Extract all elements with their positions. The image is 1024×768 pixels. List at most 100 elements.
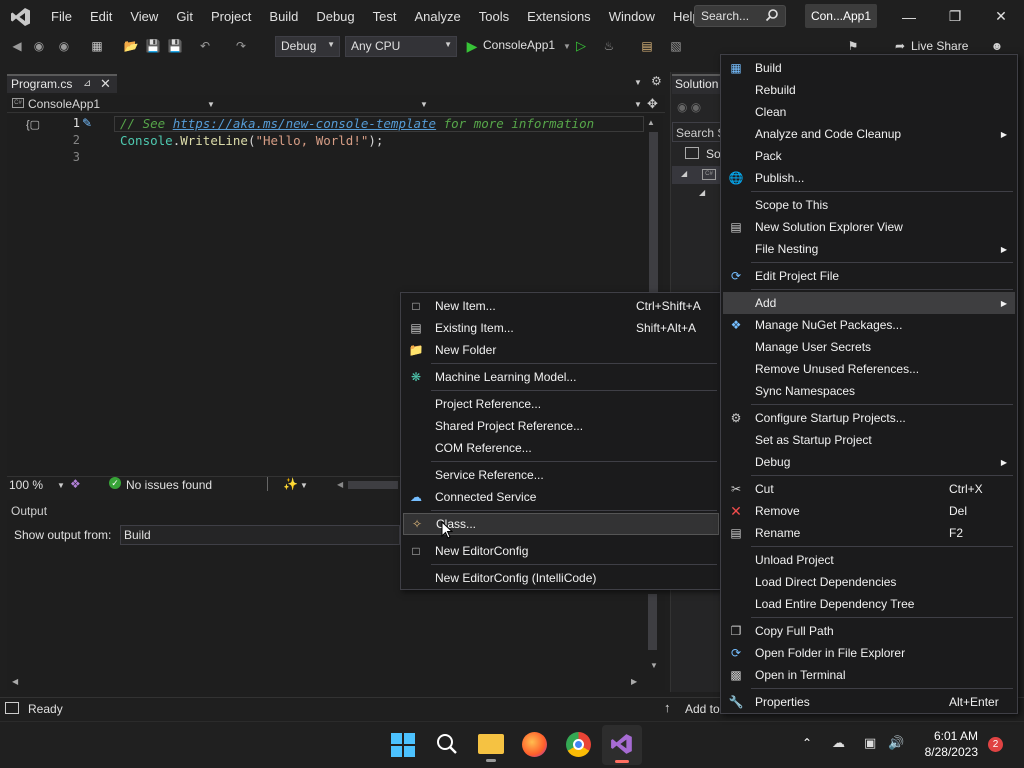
hot-reload-icon[interactable]: ♨ bbox=[600, 38, 618, 54]
menu-service-reference[interactable]: Service Reference... bbox=[403, 464, 719, 486]
menu-sync-namespaces[interactable]: Sync Namespaces bbox=[723, 380, 1015, 402]
menu-file-nesting[interactable]: File Nesting ▶ bbox=[723, 238, 1015, 260]
save-all-icon[interactable]: 💾 bbox=[166, 38, 184, 54]
menu-edit-project-file[interactable]: ⟳ Edit Project File bbox=[723, 265, 1015, 287]
menu-rename[interactable]: ▤ Rename F2 bbox=[723, 522, 1015, 544]
chevron-down-icon[interactable]: ▼ bbox=[57, 481, 65, 490]
menu-edit[interactable]: Edit bbox=[81, 0, 121, 33]
menu-properties[interactable]: 🔧 Properties Alt+Enter bbox=[723, 691, 1015, 713]
chevron-down-icon[interactable]: ▼ bbox=[634, 78, 642, 87]
menu-window[interactable]: Window bbox=[600, 0, 664, 33]
firefox-icon[interactable] bbox=[522, 732, 547, 757]
taskbar-search-icon[interactable] bbox=[435, 732, 459, 759]
save-icon[interactable]: 💾 bbox=[144, 38, 162, 54]
menu-scope-to-this[interactable]: Scope to This bbox=[723, 194, 1015, 216]
menu-file[interactable]: File bbox=[42, 0, 81, 33]
bookmark-icon[interactable]: ⚑ bbox=[844, 38, 862, 54]
menu-unload-project[interactable]: Unload Project bbox=[723, 549, 1015, 571]
menu-copy-full-path[interactable]: ❐ Copy Full Path bbox=[723, 620, 1015, 642]
scroll-left-icon[interactable]: ◀ bbox=[337, 480, 343, 489]
menu-pack[interactable]: Pack bbox=[723, 145, 1015, 167]
menu-remove-unused-references[interactable]: Remove Unused References... bbox=[723, 358, 1015, 380]
back-icon[interactable]: ◀ bbox=[8, 38, 26, 54]
menu-shared-project-reference[interactable]: Shared Project Reference... bbox=[403, 415, 719, 437]
chevron-down-icon[interactable]: ▼ bbox=[300, 481, 308, 490]
issues-status[interactable]: No issues found bbox=[126, 478, 212, 492]
menu-extensions[interactable]: Extensions bbox=[518, 0, 600, 33]
menu-project[interactable]: Project bbox=[202, 0, 260, 33]
scroll-down-icon[interactable]: ▼ bbox=[650, 661, 658, 670]
scroll-up-icon[interactable]: ▲ bbox=[647, 118, 655, 127]
start-without-debug-icon[interactable]: ▷ bbox=[572, 38, 590, 54]
nav-project-combo[interactable]: ConsoleApp1 bbox=[28, 97, 100, 111]
scroll-left-icon[interactable]: ◀ bbox=[12, 677, 18, 686]
search-icon[interactable] bbox=[765, 8, 779, 25]
menu-tools[interactable]: Tools bbox=[470, 0, 518, 33]
code-lens-icon[interactable]: {▢ bbox=[26, 118, 40, 131]
scroll-thumb[interactable] bbox=[649, 132, 658, 302]
menu-ml-model[interactable]: ❋ Machine Learning Model... bbox=[403, 366, 719, 388]
menu-configure-startup-projects[interactable]: ⚙ Configure Startup Projects... bbox=[723, 407, 1015, 429]
menu-open-folder-explorer[interactable]: ⟳ Open Folder in File Explorer bbox=[723, 642, 1015, 664]
platform-combo[interactable]: Any CPU ▼ bbox=[345, 36, 457, 57]
menu-test[interactable]: Test bbox=[364, 0, 406, 33]
arrow-up-icon[interactable]: ↑ bbox=[664, 700, 671, 715]
solution-root-node[interactable]: So bbox=[706, 147, 721, 161]
menu-load-entire-dependency-tree[interactable]: Load Entire Dependency Tree bbox=[723, 593, 1015, 615]
redo-icon[interactable]: ↷ bbox=[232, 38, 250, 54]
menu-debug[interactable]: Debug bbox=[307, 0, 363, 33]
feedback-icon[interactable]: ☻ bbox=[988, 38, 1006, 54]
expand-icon[interactable]: ◢ bbox=[681, 169, 687, 178]
menu-new-item[interactable]: □ New Item... Ctrl+Shift+A bbox=[403, 295, 719, 317]
visual-studio-taskbar-button[interactable] bbox=[602, 725, 642, 765]
navigate-back-icon[interactable]: ◉ bbox=[30, 38, 48, 54]
undo-icon[interactable]: ↶ bbox=[196, 38, 214, 54]
comment-link[interactable]: https://aka.ms/new-console-template bbox=[173, 116, 436, 131]
run-target-button[interactable]: ConsoleApp1 bbox=[483, 38, 555, 52]
menu-existing-item[interactable]: ▤ Existing Item... Shift+Alt+A bbox=[403, 317, 719, 339]
minimize-icon[interactable]: — bbox=[886, 0, 932, 33]
visual-studio-logo-icon[interactable] bbox=[0, 0, 42, 33]
scroll-right-icon[interactable]: ▶ bbox=[631, 677, 637, 686]
solution-folder-icon[interactable]: ▤ bbox=[638, 38, 656, 54]
file-explorer-icon[interactable] bbox=[478, 734, 504, 754]
menu-new-folder[interactable]: 📁 New Folder bbox=[403, 339, 719, 361]
zoom-combo[interactable]: 100 % bbox=[9, 478, 43, 492]
new-project-icon[interactable]: ▦ bbox=[88, 38, 106, 54]
output-source-combo[interactable]: Build bbox=[120, 525, 400, 545]
menu-analyze[interactable]: Analyze bbox=[405, 0, 469, 33]
menu-cut[interactable]: ✂ Cut Ctrl+X bbox=[723, 478, 1015, 500]
menu-new-editorconfig[interactable]: □ New EditorConfig bbox=[403, 540, 719, 562]
code-line-2[interactable]: Console.WriteLine("Hello, World!"); bbox=[120, 133, 383, 148]
horizontal-scroll-thumb[interactable] bbox=[348, 481, 398, 489]
pin-icon[interactable]: ⊿ bbox=[83, 78, 91, 89]
menu-open-terminal[interactable]: ▩ Open in Terminal bbox=[723, 664, 1015, 686]
add-to-source-control[interactable]: Add to bbox=[685, 702, 720, 716]
code-cleanup-icon[interactable]: ✨ bbox=[283, 477, 298, 491]
menu-new-editorconfig-intellicode[interactable]: New EditorConfig (IntelliCode) bbox=[403, 567, 719, 589]
menu-analyze-cleanup[interactable]: Analyze and Code Cleanup ▶ bbox=[723, 123, 1015, 145]
chrome-icon[interactable] bbox=[566, 732, 591, 757]
output-scroll-thumb[interactable] bbox=[648, 594, 657, 650]
menu-publish[interactable]: 🌐 Publish... bbox=[723, 167, 1015, 189]
chevron-up-icon[interactable]: ⌃ bbox=[802, 736, 812, 750]
home-icon[interactable]: ◉ ◉ bbox=[677, 100, 701, 114]
gear-icon[interactable]: ⚙ bbox=[651, 74, 662, 88]
volume-icon[interactable]: 🔊 bbox=[888, 735, 904, 751]
menu-com-reference[interactable]: COM Reference... bbox=[403, 437, 719, 459]
menu-manage-user-secrets[interactable]: Manage User Secrets bbox=[723, 336, 1015, 358]
menu-project-reference[interactable]: Project Reference... bbox=[403, 393, 719, 415]
network-icon[interactable]: ▣ bbox=[864, 735, 876, 751]
configuration-combo[interactable]: Debug ▼ bbox=[275, 36, 340, 57]
tab-program-cs[interactable]: Program.cs ⊿ ✕ bbox=[7, 74, 117, 93]
close-window-icon[interactable]: ✕ bbox=[978, 0, 1024, 33]
chevron-down-icon[interactable]: ▼ bbox=[420, 100, 428, 109]
close-icon[interactable]: ✕ bbox=[100, 76, 111, 92]
menu-new-solution-explorer-view[interactable]: ▤ New Solution Explorer View bbox=[723, 216, 1015, 238]
navigate-forward-icon[interactable]: ◉ bbox=[55, 38, 73, 54]
menu-load-direct-dependencies[interactable]: Load Direct Dependencies bbox=[723, 571, 1015, 593]
layout-icon[interactable]: ▧ bbox=[667, 38, 685, 54]
quick-actions-icon[interactable]: ✎ bbox=[82, 116, 92, 130]
expand-icon[interactable]: ◢ bbox=[699, 188, 705, 197]
clock-time[interactable]: 6:01 AM bbox=[930, 729, 978, 743]
